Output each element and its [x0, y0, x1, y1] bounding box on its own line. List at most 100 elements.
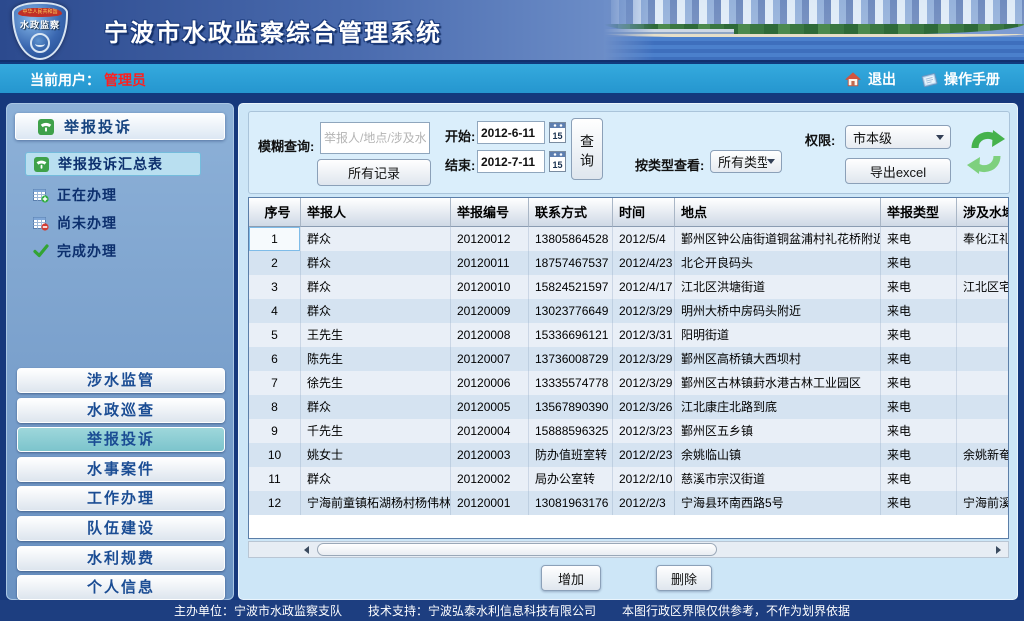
table-cell[interactable]: 20120009 — [451, 299, 529, 323]
table-cell[interactable]: 20120005 — [451, 395, 529, 419]
table-cell[interactable]: 群众 — [301, 467, 451, 491]
table-cell[interactable]: 3 — [249, 275, 301, 299]
table-row[interactable]: 9千先生20120004158885963252012/3/23鄞州区五乡镇来电 — [249, 419, 1009, 443]
table-cell[interactable]: 来电 — [881, 419, 957, 443]
table-cell[interactable]: 来电 — [881, 275, 957, 299]
table-cell[interactable]: 来电 — [881, 371, 957, 395]
table-cell[interactable]: 2012/3/29 — [613, 347, 675, 371]
table-cell[interactable]: 2012/5/4 — [613, 227, 675, 251]
column-header[interactable]: 地点 — [675, 198, 881, 227]
sidebar-module-water-fees[interactable]: 水利规费 — [17, 546, 225, 571]
column-header[interactable]: 举报人 — [301, 198, 451, 227]
sidebar-module-water-patrol[interactable]: 水政巡查 — [17, 398, 225, 423]
table-cell[interactable]: 20120001 — [451, 491, 529, 515]
table-cell[interactable]: 防办值班室转 — [529, 443, 613, 467]
table-cell[interactable]: 2012/3/29 — [613, 299, 675, 323]
sidebar-module-complaints[interactable]: 举报投诉 — [17, 427, 225, 452]
table-cell[interactable]: 来电 — [881, 467, 957, 491]
add-button[interactable]: 增加 — [541, 565, 601, 591]
table-cell[interactable]: 群众 — [301, 275, 451, 299]
table-cell[interactable]: 鄞州区古林镇葑水港古林工业园区 — [675, 371, 881, 395]
table-cell[interactable]: 鄞州区钟公庙街道铜盆浦村礼花桥附近 — [675, 227, 881, 251]
table-cell[interactable]: 徐先生 — [301, 371, 451, 395]
table-cell[interactable]: 群众 — [301, 227, 451, 251]
table-cell[interactable] — [957, 371, 1009, 395]
table-cell[interactable]: 群众 — [301, 299, 451, 323]
table-cell[interactable]: 15888596325 — [529, 419, 613, 443]
sidebar-module-water-supervision[interactable]: 涉水监管 — [17, 368, 225, 393]
table-cell[interactable]: 4 — [249, 299, 301, 323]
type-filter-select[interactable]: 所有类型 — [710, 150, 782, 173]
sidebar-module-personal-info[interactable]: 个人信息 — [17, 575, 225, 600]
table-cell[interactable]: 宁海县环南西路5号 — [675, 491, 881, 515]
table-cell[interactable]: 来电 — [881, 347, 957, 371]
table-cell[interactable]: 2012/2/10 — [613, 467, 675, 491]
sidebar-item-done[interactable]: 完成办理 — [25, 239, 225, 263]
column-header[interactable]: 涉及水域 — [957, 198, 1009, 227]
table-cell[interactable]: 20120004 — [451, 419, 529, 443]
table-cell[interactable]: 20120012 — [451, 227, 529, 251]
export-excel-button[interactable]: 导出excel — [845, 158, 951, 184]
table-cell[interactable]: 陈先生 — [301, 347, 451, 371]
table-cell[interactable]: 6 — [249, 347, 301, 371]
table-cell[interactable]: 5 — [249, 323, 301, 347]
table-cell[interactable]: 18757467537 — [529, 251, 613, 275]
table-row[interactable]: 5王先生20120008153366961212012/3/31阳明街道来电 — [249, 323, 1009, 347]
table-cell[interactable]: 13023776649 — [529, 299, 613, 323]
table-cell[interactable]: 来电 — [881, 251, 957, 275]
table-cell[interactable]: 2012/2/23 — [613, 443, 675, 467]
table-cell[interactable]: 20120011 — [451, 251, 529, 275]
table-cell[interactable]: 13081963176 — [529, 491, 613, 515]
table-cell[interactable]: 2012/2/3 — [613, 491, 675, 515]
column-header[interactable]: 举报类型 — [881, 198, 957, 227]
table-cell[interactable] — [957, 323, 1009, 347]
table-cell[interactable]: 13335574778 — [529, 371, 613, 395]
table-cell[interactable]: 来电 — [881, 395, 957, 419]
table-cell[interactable] — [957, 467, 1009, 491]
table-cell[interactable]: 来电 — [881, 227, 957, 251]
table-cell[interactable]: 王先生 — [301, 323, 451, 347]
table-cell[interactable]: 1 — [249, 227, 301, 251]
start-calendar-icon[interactable]: 15 — [549, 122, 566, 143]
refresh-icon[interactable] — [967, 126, 1005, 178]
table-cell[interactable]: 宁海前童镇柘湖杨村杨伟林 — [301, 491, 451, 515]
table-cell[interactable]: 2012/3/29 — [613, 371, 675, 395]
table-cell[interactable]: 余姚临山镇 — [675, 443, 881, 467]
table-cell[interactable]: 12 — [249, 491, 301, 515]
all-records-button[interactable]: 所有记录 — [317, 159, 431, 186]
table-cell[interactable]: 20120003 — [451, 443, 529, 467]
table-row[interactable]: 11群众20120002局办公室转2012/2/10慈溪市宗汉街道来电 — [249, 467, 1009, 491]
sidebar-section-header[interactable]: 举报投诉 — [15, 113, 225, 140]
table-cell[interactable]: 2 — [249, 251, 301, 275]
table-cell[interactable]: 13567890390 — [529, 395, 613, 419]
table-cell[interactable]: 群众 — [301, 395, 451, 419]
table-cell[interactable]: 鄞州区五乡镇 — [675, 419, 881, 443]
table-cell[interactable]: 局办公室转 — [529, 467, 613, 491]
table-cell[interactable] — [957, 347, 1009, 371]
table-cell[interactable]: 余姚新奄 — [957, 443, 1009, 467]
table-cell[interactable]: 11 — [249, 467, 301, 491]
manual-link[interactable]: 操作手册 — [944, 69, 1000, 89]
query-button[interactable]: 查询 — [571, 118, 603, 180]
sidebar-item-processing[interactable]: 正在办理 — [25, 183, 225, 207]
table-row[interactable]: 6陈先生20120007137360087292012/3/29鄞州区高桥镇大西… — [249, 347, 1009, 371]
sidebar-module-team-building[interactable]: 队伍建设 — [17, 516, 225, 541]
fuzzy-search-input[interactable] — [320, 122, 430, 154]
sidebar-module-work-handling[interactable]: 工作办理 — [17, 486, 225, 511]
table-row[interactable]: 2群众20120011187574675372012/4/23北仑开良码头来电 — [249, 251, 1009, 275]
table-cell[interactable]: 鄞州区高桥镇大西坝村 — [675, 347, 881, 371]
table-cell[interactable]: 2012/4/23 — [613, 251, 675, 275]
table-cell[interactable]: 20120007 — [451, 347, 529, 371]
table-cell[interactable]: 来电 — [881, 299, 957, 323]
table-row[interactable]: 7徐先生20120006133355747782012/3/29鄞州区古林镇葑水… — [249, 371, 1009, 395]
table-row[interactable]: 10姚女士20120003防办值班室转2012/2/23余姚临山镇来电余姚新奄 — [249, 443, 1009, 467]
table-cell[interactable]: 7 — [249, 371, 301, 395]
table-cell[interactable]: 北仑开良码头 — [675, 251, 881, 275]
table-cell[interactable]: 15824521597 — [529, 275, 613, 299]
table-cell[interactable] — [957, 395, 1009, 419]
scroll-left-arrow-icon[interactable] — [301, 544, 313, 555]
table-cell[interactable]: 千先生 — [301, 419, 451, 443]
end-calendar-icon[interactable]: 15 — [549, 151, 566, 172]
table-cell[interactable]: 10 — [249, 443, 301, 467]
end-date-input[interactable] — [477, 150, 545, 173]
